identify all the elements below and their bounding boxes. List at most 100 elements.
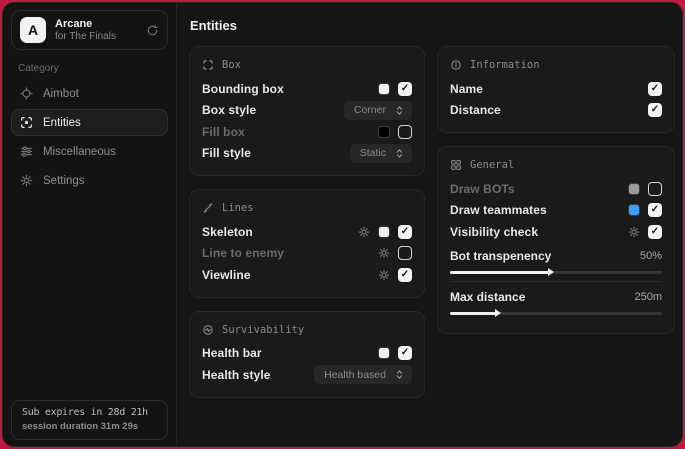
sort-arrows-icon [394, 369, 405, 380]
slider-track[interactable] [450, 271, 662, 274]
category-label: Category [18, 63, 176, 74]
slider-max-distance: Max distance 250m [450, 288, 662, 315]
check-icon: ✓ [651, 84, 659, 94]
sidebar-nav: Aimbot Entities Miscellaneous Settings [3, 80, 176, 194]
checkbox-health-bar[interactable]: ✓ [398, 346, 412, 360]
gear-icon[interactable] [358, 226, 370, 238]
setting-row-fill-style: Fill style Static [202, 143, 412, 165]
page-title: Entities [190, 18, 675, 33]
setting-row-fill-box: Fill box [202, 121, 412, 143]
setting-row-draw-bots: Draw BOTs [450, 178, 662, 200]
setting-row-skeleton: Skeleton ✓ [202, 221, 412, 243]
app-logo: A [20, 17, 46, 43]
entities-scan-icon [20, 116, 33, 129]
setting-row-visibility-check: Visibility check ✓ [450, 221, 662, 243]
setting-row-name: Name ✓ [450, 78, 662, 100]
crosshair-icon [20, 87, 33, 100]
panel-lines: Lines Skeleton ✓ Line to enemy [189, 189, 425, 298]
app-subtitle: for The Finals [55, 31, 137, 43]
setting-row-health-bar: Health bar ✓ [202, 343, 412, 365]
checkbox-line-to-enemy[interactable] [398, 246, 412, 260]
checkbox-bounding-box[interactable]: ✓ [398, 82, 412, 96]
checkbox-draw-bots[interactable] [648, 182, 662, 196]
sidebar-item-settings[interactable]: Settings [11, 167, 168, 194]
sort-arrows-icon [394, 148, 405, 159]
setting-row-line-to-enemy: Line to enemy [202, 243, 412, 265]
sliders-icon [20, 145, 33, 158]
health-style-dropdown[interactable]: Health based [314, 365, 412, 384]
box-style-dropdown[interactable]: Corner [344, 101, 412, 120]
panel-information: Information Name ✓ Distance ✓ [437, 46, 675, 133]
sidebar-item-entities[interactable]: Entities [11, 109, 168, 136]
sort-arrows-icon [394, 105, 405, 116]
slider-thumb[interactable] [548, 268, 554, 276]
sidebar: A Arcane for The Finals Category Aimbot [3, 3, 177, 446]
check-icon: ✓ [651, 205, 659, 215]
dropdown-value: Health based [324, 369, 386, 381]
sidebar-item-label: Settings [43, 175, 85, 187]
panel-survivability: Survivability Health bar ✓ Health style [189, 311, 425, 398]
refresh-icon[interactable] [146, 24, 159, 37]
line-icon [202, 202, 214, 214]
app-logo-card: A Arcane for The Finals [11, 10, 168, 50]
slider-value: 250m [634, 291, 662, 303]
sidebar-item-label: Miscellaneous [43, 146, 116, 158]
checkbox-visibility-check[interactable]: ✓ [648, 225, 662, 239]
setting-row-health-style: Health style Health based [202, 364, 412, 386]
setting-row-distance: Distance ✓ [450, 100, 662, 122]
check-icon: ✓ [401, 348, 409, 358]
check-icon: ✓ [651, 227, 659, 237]
panel-general: General Draw BOTs Draw teammates ✓ [437, 146, 675, 334]
color-swatch[interactable] [378, 126, 390, 138]
sidebar-item-aimbot[interactable]: Aimbot [11, 80, 168, 107]
app-name: Arcane [55, 18, 137, 31]
setting-row-viewline: Viewline ✓ [202, 264, 412, 286]
color-swatch[interactable] [628, 183, 640, 195]
color-swatch[interactable] [378, 347, 390, 359]
main-content: Entities Box Bounding box [177, 3, 683, 446]
panel-title: Lines [222, 202, 254, 214]
grid-icon [450, 159, 462, 171]
checkbox-viewline[interactable]: ✓ [398, 268, 412, 282]
checkbox-fill-box[interactable] [398, 125, 412, 139]
color-swatch[interactable] [378, 83, 390, 95]
panel-title: Survivability [222, 324, 304, 336]
setting-row-draw-teammates: Draw teammates ✓ [450, 200, 662, 222]
sidebar-item-label: Entities [43, 117, 81, 129]
sidebar-item-miscellaneous[interactable]: Miscellaneous [11, 138, 168, 165]
dropdown-value: Static [360, 147, 386, 159]
info-icon [450, 59, 462, 71]
checkbox-skeleton[interactable]: ✓ [398, 225, 412, 239]
gear-icon [20, 174, 33, 187]
check-icon: ✓ [651, 105, 659, 115]
slider-thumb[interactable] [495, 309, 501, 317]
checkbox-draw-teammates[interactable]: ✓ [648, 203, 662, 217]
app-logo-letter: A [28, 22, 38, 38]
color-swatch[interactable] [378, 226, 390, 238]
subscription-info-box: Sub expires in 28d 21h session duration … [11, 400, 168, 440]
checkbox-name[interactable]: ✓ [648, 82, 662, 96]
dropdown-value: Corner [354, 104, 386, 116]
slider-value: 50% [640, 250, 662, 262]
session-duration-text: session duration 31m 29s [22, 421, 157, 432]
sidebar-item-label: Aimbot [43, 88, 79, 100]
fill-style-dropdown[interactable]: Static [350, 144, 412, 163]
pulse-icon [202, 324, 214, 336]
panel-title: Information [470, 59, 540, 71]
panel-title: General [470, 159, 514, 171]
setting-row-bounding-box: Bounding box ✓ [202, 78, 412, 100]
checkbox-distance[interactable]: ✓ [648, 103, 662, 117]
check-icon: ✓ [401, 84, 409, 94]
divider [450, 281, 662, 282]
panel-title: Box [222, 59, 241, 71]
check-icon: ✓ [401, 270, 409, 280]
sub-expires-text: Sub expires in 28d 21h [22, 407, 157, 418]
gear-icon[interactable] [378, 269, 390, 281]
cheat-menu-window: A Arcane for The Finals Category Aimbot [2, 2, 683, 447]
gear-icon[interactable] [628, 226, 640, 238]
gear-icon[interactable] [378, 247, 390, 259]
box-brackets-icon [202, 59, 214, 71]
color-swatch[interactable] [628, 204, 640, 216]
slider-track[interactable] [450, 312, 662, 315]
setting-row-box-style: Box style Corner [202, 100, 412, 122]
